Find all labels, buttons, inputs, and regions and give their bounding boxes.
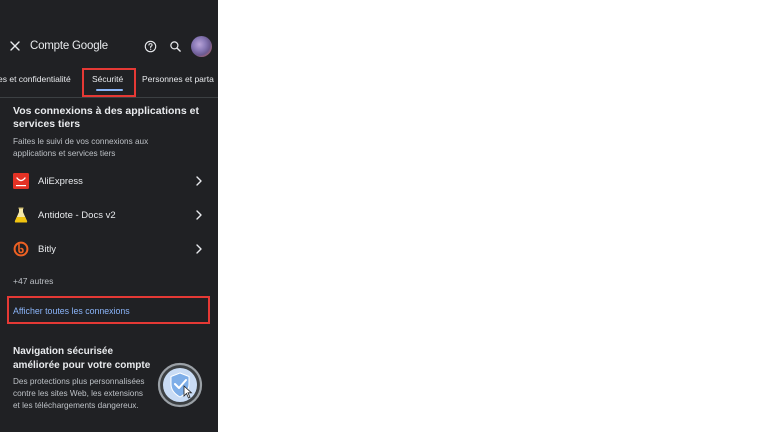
aliexpress-icon xyxy=(13,173,29,189)
antidote-icon xyxy=(14,207,28,223)
safe-browsing-description: Des protections plus personnalisées cont… xyxy=(13,377,145,410)
app-row-bitly[interactable]: Bitly xyxy=(0,234,218,264)
tab-highlight-box xyxy=(82,68,136,97)
more-connections-count: +47 autres xyxy=(13,276,54,286)
app-row-antidote[interactable]: Antidote - Docs v2 xyxy=(0,200,218,230)
app-label: AliExpress xyxy=(38,176,83,187)
app-label: Bitly xyxy=(38,244,56,255)
divider xyxy=(0,97,218,98)
chevron-right-icon xyxy=(196,244,202,254)
chevron-right-icon xyxy=(196,176,202,186)
tab-privacy[interactable]: es et confidentialité xyxy=(0,74,71,84)
section-description: Faites le suivi de vos connexions aux ap… xyxy=(13,137,149,158)
section-title: Vos connexions à des applications et ser… xyxy=(13,105,199,130)
shield-icon[interactable] xyxy=(157,362,203,408)
top-bar: Compte Google xyxy=(0,30,218,64)
app-row-aliexpress[interactable]: AliExpress xyxy=(0,166,218,196)
search-icon[interactable] xyxy=(169,40,182,53)
avatar[interactable] xyxy=(191,36,212,57)
bitly-icon xyxy=(13,241,29,257)
app-label: Antidote - Docs v2 xyxy=(38,210,116,221)
page-title: Compte Google xyxy=(30,40,108,52)
chevron-right-icon xyxy=(196,210,202,220)
close-icon[interactable] xyxy=(8,39,22,53)
safe-browsing-title: Navigation sécurisée améliorée pour votr… xyxy=(13,346,151,371)
tab-people-sharing[interactable]: Personnes et parta xyxy=(142,74,214,84)
help-icon[interactable] xyxy=(144,40,157,53)
link-highlight-box xyxy=(7,296,210,324)
account-panel: Compte Google es et confidentialité Sécu… xyxy=(0,0,218,432)
